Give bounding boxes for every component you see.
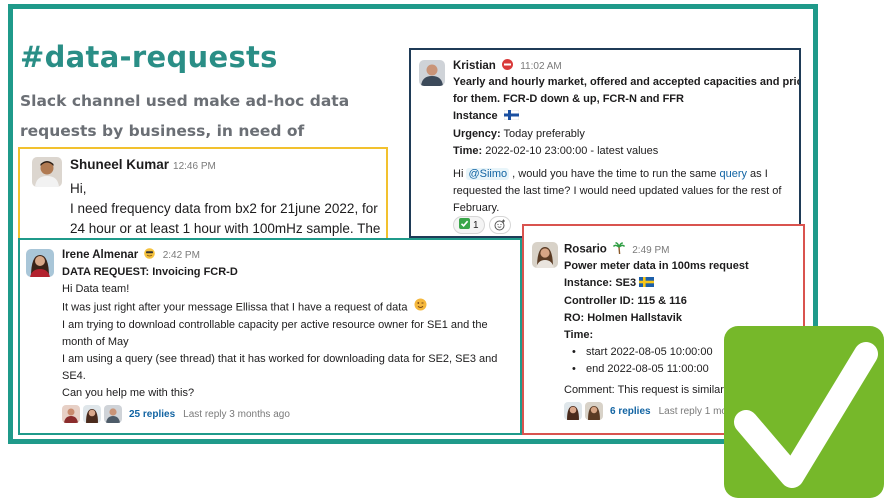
avatar[interactable] [26, 249, 54, 277]
last-reply: Last reply 1 mon [658, 405, 733, 417]
time-label: Time: [453, 145, 483, 157]
channel-title: #data-requests [20, 40, 278, 74]
instance-label: Instance [453, 110, 498, 122]
emoji-add-icon[interactable] [488, 216, 511, 234]
message-line: It was just right after your message Ell… [62, 298, 497, 317]
message-line: Hi Data team! [62, 283, 130, 295]
message-header: Irene Almenar 2:42 PM [62, 248, 200, 262]
timestamp[interactable]: 11:02 AM [520, 61, 562, 72]
message-line: Yearly and hourly market, offered and ac… [453, 76, 801, 88]
message-header: Kristian 11:02 AM [453, 59, 562, 73]
user-mention[interactable]: @Siimo [466, 168, 510, 180]
comment-line: Comment: This request is similar [564, 384, 724, 396]
message-text: It was just right after your message Ell… [62, 301, 408, 314]
time-line: Time: 2022-02-10 23:00:00 - latest value… [453, 143, 799, 160]
ro-line: RO: Holmen Hallstavik [564, 312, 682, 324]
finland-flag-icon [503, 109, 519, 126]
message-header: Shuneel Kumar 12:46 PM [70, 157, 216, 172]
message-line: I am using a query (see thread) that it … [62, 353, 498, 365]
author-name[interactable]: Irene Almenar [62, 249, 138, 261]
list-item: start 2022-08-05 10:00:00 [564, 344, 749, 361]
reaction-count: 1 [473, 219, 479, 231]
avatar [104, 405, 122, 423]
avatar [83, 405, 101, 423]
instance-line: Instance: SE3 [564, 275, 749, 293]
author-name[interactable]: Kristian [453, 60, 496, 72]
checkmark-icon [459, 218, 470, 232]
message-irene[interactable]: Irene Almenar 2:42 PM DATA REQUEST: Invo… [18, 238, 522, 435]
message-title: DATA REQUEST: Invoicing FCR-D [62, 266, 238, 278]
avatar[interactable] [532, 242, 558, 268]
time-label: Time: [564, 329, 594, 341]
body-line: requested the last time? I would need up… [453, 185, 782, 197]
message-body: Yearly and hourly market, offered and ac… [453, 74, 801, 217]
body-line: Hi @Siimo , would you have the time to r… [453, 166, 799, 183]
thread-summary[interactable]: 25 replies Last reply 3 months ago [62, 405, 290, 423]
time-list: start 2022-08-05 10:00:00 end 2022-08-05… [564, 344, 749, 378]
message-line: for them. FCR-D down & up, FCR-N and FFR [453, 93, 684, 105]
wink-emoji-icon [414, 298, 427, 317]
message-kristian[interactable]: Kristian 11:02 AM Yearly and hourly mark… [409, 48, 801, 238]
body-line: February. [453, 202, 500, 214]
palm-tree-icon [612, 242, 626, 257]
urgency-line: Urgency: Today preferably [453, 126, 799, 143]
controller-line: Controller ID: 115 & 116 [564, 295, 687, 307]
instance-line: Instance [453, 108, 799, 126]
avatar [564, 402, 582, 420]
last-reply: Last reply 3 months ago [183, 408, 290, 420]
message-line: SE4. [62, 370, 86, 382]
timestamp[interactable]: 2:49 PM [632, 245, 669, 256]
timestamp[interactable]: 12:46 PM [173, 161, 216, 172]
author-name[interactable]: Shuneel Kumar [70, 157, 169, 172]
checkmark-icon [724, 326, 884, 498]
message-line: I need frequency data from bx2 for 21jun… [70, 201, 381, 236]
avatar[interactable] [32, 157, 62, 187]
message-line: Can you help me with this? [62, 387, 195, 399]
thread-summary[interactable]: 6 replies Last reply 1 mon [564, 402, 733, 420]
message-line: Hi, [70, 181, 87, 196]
reactions: 1 [453, 216, 511, 234]
urgency-value: Today preferably [500, 128, 585, 140]
body-text: as I [747, 168, 768, 180]
query-link[interactable]: query [719, 168, 747, 180]
avatar [585, 402, 603, 420]
sweden-flag-icon [639, 276, 655, 293]
instance-text: Instance: SE3 [564, 277, 637, 289]
message-title: Power meter data in 100ms request [564, 260, 749, 272]
body-text: Hi [453, 168, 467, 180]
body-text: , would you have the time to run the sam… [509, 168, 720, 180]
replies-link[interactable]: 25 replies [129, 409, 175, 420]
message-body: DATA REQUEST: Invoicing FCR-D Hi Data te… [62, 264, 497, 402]
avatar[interactable] [419, 60, 445, 86]
message-body: Power meter data in 100ms request Instan… [564, 258, 749, 399]
time-value: 2022-02-10 23:00:00 - latest values [482, 145, 659, 157]
timestamp[interactable]: 2:42 PM [163, 250, 200, 261]
urgency-label: Urgency: [453, 128, 501, 140]
list-item: end 2022-08-05 11:00:00 [564, 361, 749, 378]
checkmark-reaction[interactable]: 1 [453, 216, 485, 234]
message-body: Hi, I need frequency data from bx2 for 2… [70, 179, 385, 239]
message-line: month of May [62, 336, 129, 348]
message-shuneel[interactable]: Shuneel Kumar 12:46 PM Hi, I need frequen… [18, 147, 388, 243]
smiley-icon [144, 248, 156, 262]
avatar [62, 405, 80, 423]
message-header: Rosario 2:49 PM [564, 242, 669, 257]
replies-link[interactable]: 6 replies [610, 406, 651, 417]
author-name[interactable]: Rosario [564, 244, 607, 256]
message-line: I am trying to download controllable cap… [62, 319, 488, 331]
no-entry-icon [502, 59, 514, 73]
